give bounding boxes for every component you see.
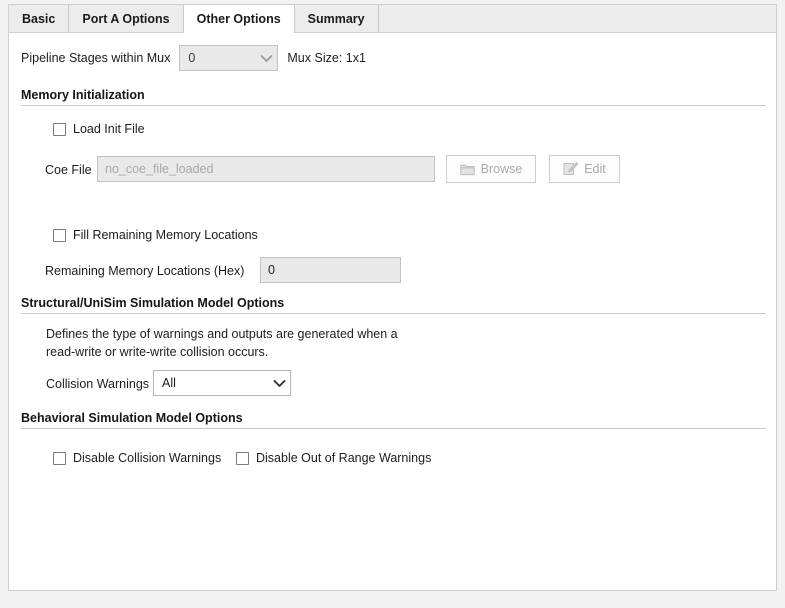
- load-init-file-checkbox[interactable]: [53, 122, 66, 136]
- tab-bar: Basic Port A Options Other Options Summa…: [8, 4, 777, 33]
- coe-file-placeholder: no_coe_file_loaded: [105, 162, 214, 176]
- disable-out-of-range-warnings-checkbox-row[interactable]: Disable Out of Range Warnings: [236, 451, 431, 465]
- collision-warnings-label: Collision Warnings: [46, 377, 150, 391]
- tab-label: Other Options: [196, 12, 281, 26]
- folder-icon: [459, 163, 475, 176]
- remaining-memory-hex-value: 0: [268, 263, 275, 277]
- tab-basic[interactable]: Basic: [9, 5, 70, 33]
- section-memory-initialization: Memory Initialization: [21, 88, 766, 106]
- structural-description-line-1: Defines the type of warnings and outputs…: [46, 327, 398, 341]
- tab-bar-filler: [378, 5, 776, 33]
- section-divider: [21, 105, 766, 106]
- pipeline-stages-label: Pipeline Stages within Mux: [21, 51, 171, 65]
- disable-out-of-range-warnings-checkbox[interactable]: [236, 451, 249, 465]
- remaining-memory-hex-input[interactable]: 0: [260, 257, 401, 283]
- fill-remaining-memory-label: Fill Remaining Memory Locations: [73, 228, 258, 242]
- coe-file-label: Coe File: [45, 163, 92, 177]
- disable-collision-warnings-checkbox-row[interactable]: Disable Collision Warnings: [53, 451, 221, 465]
- disable-collision-warnings-label: Disable Collision Warnings: [73, 451, 222, 465]
- pipeline-stages-value: 0: [188, 51, 196, 65]
- edit-button[interactable]: Edit: [549, 155, 620, 183]
- pencil-edit-icon: [563, 162, 579, 176]
- edit-button-label: Edit: [584, 162, 606, 176]
- tab-port-a-options[interactable]: Port A Options: [69, 5, 184, 33]
- other-options-panel: Pipeline Stages within Mux 0 Mux Size: 1…: [8, 32, 777, 591]
- section-title: Structural/UniSim Simulation Model Optio…: [21, 296, 285, 310]
- ip-config-dialog: Basic Port A Options Other Options Summa…: [0, 0, 785, 608]
- remaining-memory-hex-label: Remaining Memory Locations (Hex): [45, 264, 245, 278]
- pipeline-stages-row: Pipeline Stages within Mux 0 Mux Size: 1…: [21, 45, 366, 71]
- load-init-file-label: Load Init File: [73, 122, 145, 136]
- section-divider: [21, 428, 766, 429]
- section-behavioral-options: Behavioral Simulation Model Options: [21, 411, 766, 429]
- collision-warnings-dropdown[interactable]: All: [153, 370, 291, 396]
- pipeline-stages-dropdown[interactable]: 0: [179, 45, 279, 71]
- coe-file-input[interactable]: no_coe_file_loaded: [97, 156, 435, 182]
- tab-label: Port A Options: [82, 12, 170, 26]
- load-init-file-checkbox-row[interactable]: Load Init File: [53, 122, 145, 136]
- section-divider: [21, 313, 766, 314]
- chevron-down-icon: [268, 379, 290, 388]
- mux-size-text: Mux Size: 1x1: [287, 51, 366, 65]
- browse-button-label: Browse: [480, 162, 523, 176]
- tab-summary[interactable]: Summary: [294, 5, 379, 33]
- section-title: Behavioral Simulation Model Options: [21, 411, 243, 425]
- tab-other-options[interactable]: Other Options: [182, 5, 295, 33]
- tab-label: Basic: [22, 12, 56, 26]
- disable-collision-warnings-checkbox[interactable]: [53, 451, 66, 465]
- disable-out-of-range-warnings-label: Disable Out of Range Warnings: [256, 451, 432, 465]
- section-structural-unisim-options: Structural/UniSim Simulation Model Optio…: [21, 296, 766, 314]
- fill-remaining-memory-checkbox-row[interactable]: Fill Remaining Memory Locations: [53, 228, 258, 242]
- structural-description-line-2: read-write or write-write collision occu…: [46, 345, 269, 359]
- section-title: Memory Initialization: [21, 88, 145, 102]
- browse-button[interactable]: Browse: [446, 155, 536, 183]
- collision-warnings-value: All: [162, 376, 176, 390]
- tab-label: Summary: [307, 12, 365, 26]
- chevron-down-icon: [255, 54, 277, 63]
- fill-remaining-memory-checkbox[interactable]: [53, 228, 66, 242]
